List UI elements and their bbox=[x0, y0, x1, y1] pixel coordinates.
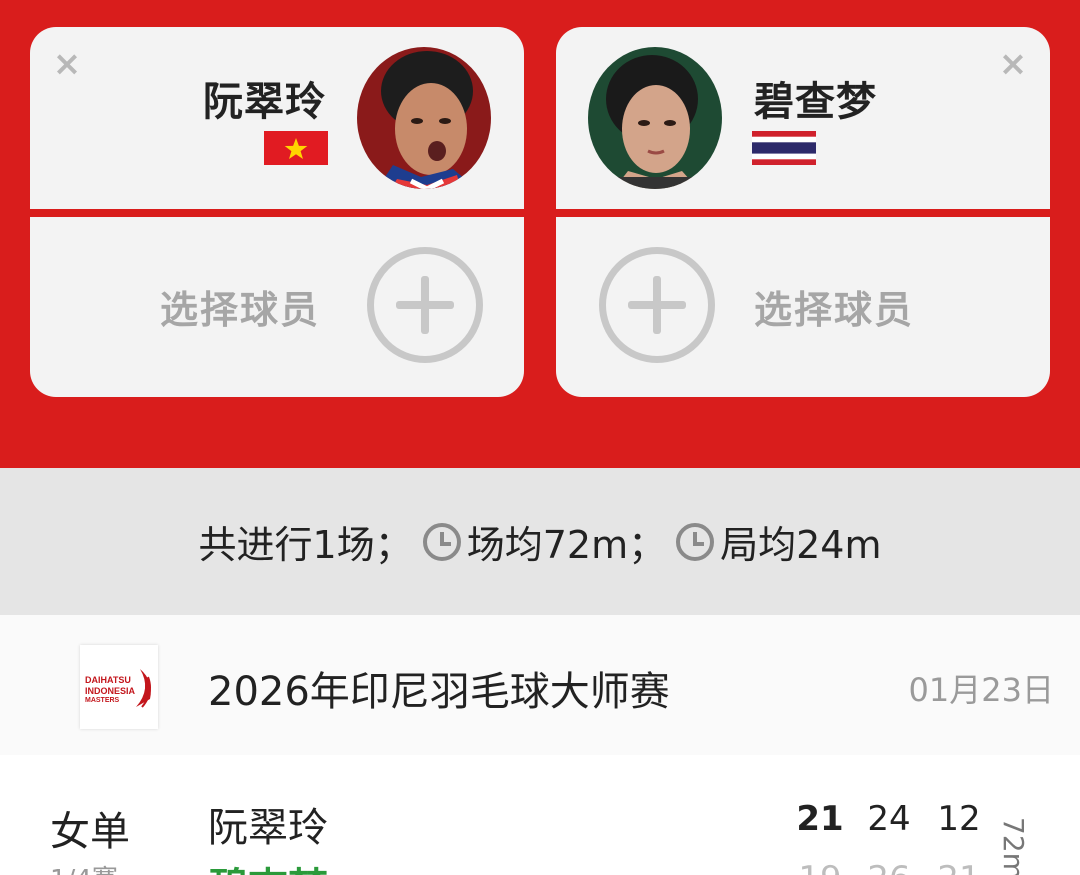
player-avatar-left bbox=[357, 47, 491, 189]
select-player-left[interactable]: 选择球员 bbox=[30, 217, 524, 397]
logo-text: DAIHATSU bbox=[85, 675, 131, 685]
close-icon[interactable]: × bbox=[998, 47, 1028, 81]
score-p1-game3: 12 bbox=[937, 799, 981, 839]
score-p2-game3: 21 bbox=[934, 859, 984, 875]
score-p2-game2: 26 bbox=[864, 859, 914, 875]
thailand-flag-icon bbox=[752, 131, 816, 165]
tournament-logo: DAIHATSU INDONESIA MASTERS bbox=[80, 645, 158, 729]
match-round: 1/4赛 bbox=[50, 859, 118, 875]
score-p2-game1: 19 bbox=[795, 859, 845, 875]
select-player-label: 选择球员 bbox=[754, 288, 915, 332]
match-player-1: 阮翠玲 bbox=[208, 805, 328, 851]
event-type: 女单 bbox=[50, 809, 130, 855]
player-avatar-right bbox=[588, 47, 722, 189]
stats-summary: 共进行1场； 场均72m； 局均24m bbox=[0, 468, 1080, 615]
logo-text: MASTERS bbox=[85, 697, 120, 704]
avg-game-duration: 局均24m bbox=[720, 523, 882, 567]
match-result-row[interactable]: 女单 1/4赛 阮翠玲 碧查梦 21 24 12 19 26 21 72m bbox=[0, 755, 1080, 875]
select-player-label: 选择球员 bbox=[160, 288, 321, 332]
score-p1-game1: 21 bbox=[796, 799, 844, 839]
logo-text: INDONESIA bbox=[85, 686, 136, 696]
tournament-date: 01月23日 bbox=[908, 671, 1054, 709]
tournament-name: 2026年印尼羽毛球大师赛 bbox=[208, 669, 670, 715]
clock-icon bbox=[676, 522, 715, 561]
player-name-right: 碧查梦 bbox=[754, 79, 877, 125]
add-player-icon[interactable] bbox=[599, 247, 715, 363]
player-card-right[interactable]: × 碧查梦 bbox=[556, 27, 1050, 209]
vietnam-flag-icon bbox=[264, 131, 328, 165]
player-name-left: 阮翠玲 bbox=[203, 79, 326, 125]
matches-count: 共进行1场； bbox=[198, 523, 413, 567]
select-player-right[interactable]: 选择球员 bbox=[556, 217, 1050, 397]
match-player-2: 碧查梦 bbox=[208, 855, 328, 875]
tournament-header[interactable]: DAIHATSU INDONESIA MASTERS 2026年印尼羽毛球大师赛… bbox=[0, 615, 1080, 755]
score-p1-game2: 24 bbox=[867, 799, 911, 839]
avg-match-duration: 场均72m； bbox=[466, 523, 667, 567]
add-player-icon[interactable] bbox=[367, 247, 483, 363]
clock-icon bbox=[422, 522, 461, 561]
player-card-left[interactable]: × 阮翠玲 bbox=[30, 27, 524, 209]
close-icon[interactable]: × bbox=[52, 47, 82, 81]
match-duration: 72m bbox=[997, 817, 1030, 875]
